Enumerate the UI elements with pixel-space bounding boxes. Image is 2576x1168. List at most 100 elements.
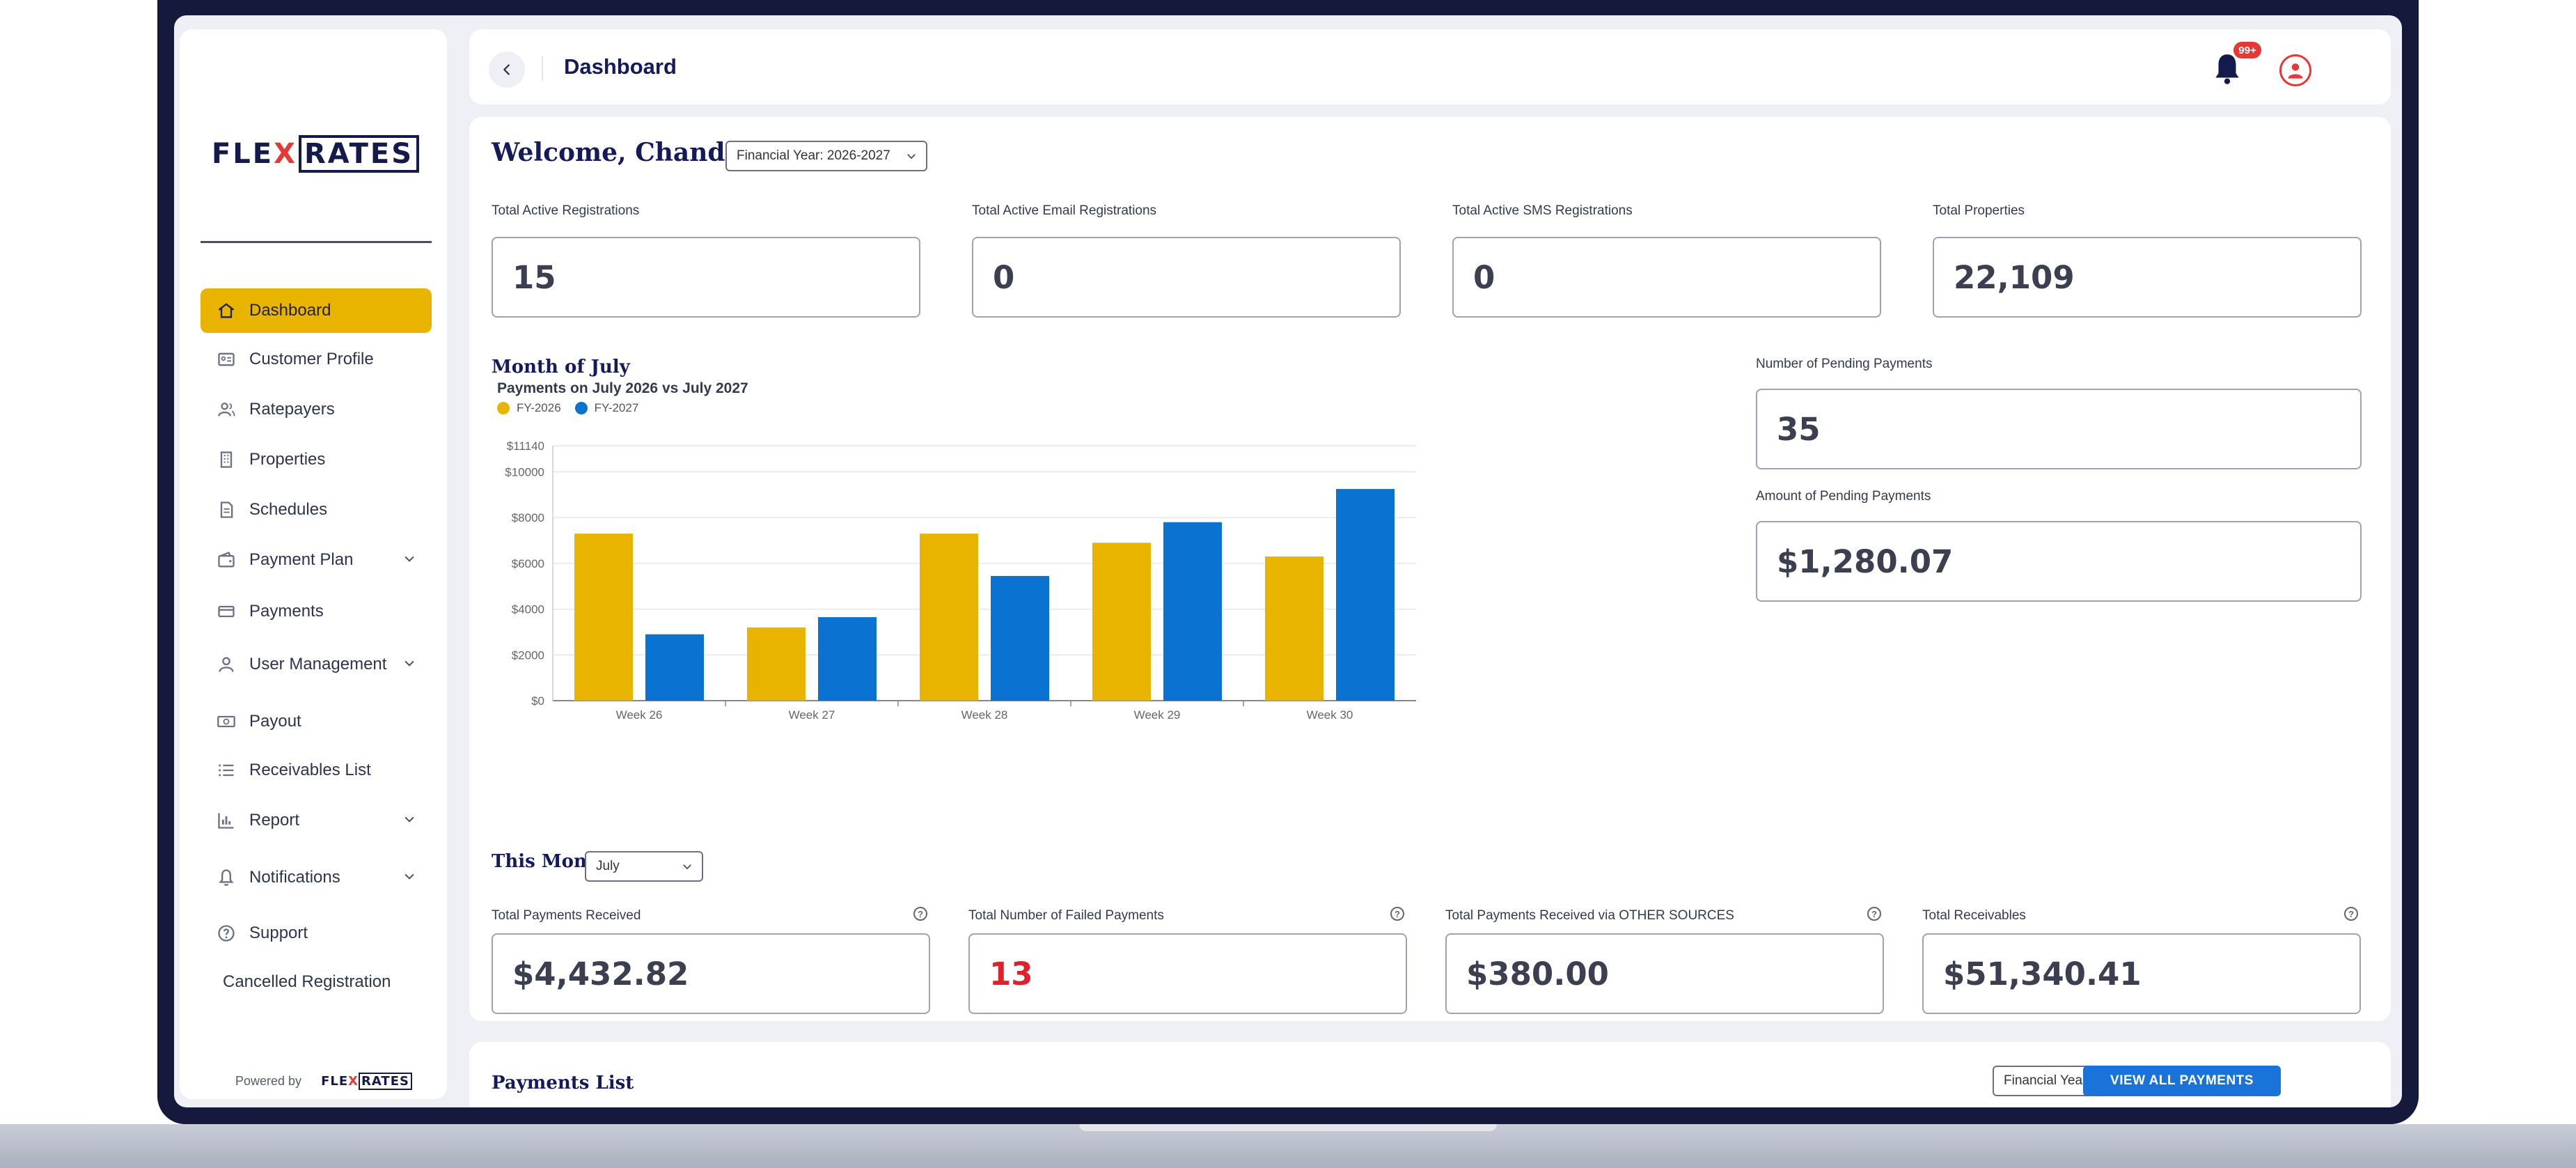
bell-icon xyxy=(216,867,237,888)
header-separator xyxy=(542,56,543,81)
chevron-down-icon xyxy=(405,556,414,562)
user-icon xyxy=(216,654,237,675)
notification-badge: 99+ xyxy=(2233,42,2261,59)
payments-bar-chart: $0 $2000 $4000 $6000 $8000 $10000 $11140 Week 2… xyxy=(505,439,1416,722)
chart-legend: FY-2026 FY-2027 xyxy=(497,401,652,415)
powered-by: Powered by FLEX RATES xyxy=(235,1073,412,1090)
footer-logo: FLEX RATES xyxy=(321,1073,412,1090)
sidebar-item-payout[interactable]: Payout xyxy=(201,699,432,744)
document-icon xyxy=(216,499,237,520)
sidebar-item-label: Payment Plan xyxy=(249,550,354,569)
building-icon xyxy=(216,449,237,470)
app-screen: FLEX RATES Dashboard Customer Profile Ratep… xyxy=(174,15,2402,1107)
chart-heading: Month of July xyxy=(492,357,630,377)
sidebar-item-notifications[interactable]: Notifications xyxy=(201,855,432,900)
sidebar: FLEX RATES Dashboard Customer Profile Ratep… xyxy=(180,29,447,1099)
help-circle-icon[interactable]: ? xyxy=(2344,907,2358,921)
dashboard-card: Welcome, Chandan! Financial Year: 2026-2… xyxy=(469,117,2391,1021)
id-card-icon xyxy=(216,349,237,370)
stat-label-number-of-pending-payments: Number of Pending Payments xyxy=(1756,357,1933,371)
page-title: Dashboard xyxy=(564,54,677,79)
chevron-down-icon xyxy=(405,816,414,823)
sidebar-item-label: Cancelled Registration xyxy=(223,972,391,991)
x-tick-label: Week 26 xyxy=(616,708,663,722)
help-circle-icon[interactable]: ? xyxy=(1867,907,1881,921)
help-circle-icon[interactable]: ? xyxy=(913,907,927,921)
sidebar-item-support[interactable]: Support xyxy=(201,911,432,956)
sidebar-item-label: Notifications xyxy=(249,868,340,887)
sidebar-divider xyxy=(201,241,432,243)
sidebar-item-payment-plan[interactable]: Payment Plan xyxy=(201,538,432,582)
x-tick-label: Week 28 xyxy=(961,708,1008,722)
sidebar-item-receivables-list[interactable]: Receivables List xyxy=(201,748,432,793)
powered-by-label: Powered by xyxy=(235,1074,302,1088)
bar-fy-2027-week-27 xyxy=(818,617,877,701)
stat-value-total-active-email-registrations: 0 xyxy=(972,237,1401,318)
stat-label-total-active-registrations: Total Active Registrations xyxy=(492,203,640,218)
chevron-down-icon xyxy=(907,154,916,159)
bar-chart-icon xyxy=(216,810,237,831)
financial-year-value: Financial Year: 2026-2027 xyxy=(737,148,890,163)
sidebar-item-label: Receivables List xyxy=(249,761,371,779)
legend-label: FY-2026 xyxy=(517,401,561,414)
cash-icon xyxy=(216,711,237,732)
sidebar-item-label: Report xyxy=(249,811,300,830)
bar-fy-2027-week-30 xyxy=(1336,489,1395,701)
bar-fy-2026-week-29 xyxy=(1092,543,1151,701)
sidebar-item-label: Payout xyxy=(249,712,301,731)
list-icon xyxy=(216,760,237,781)
bar-fy-2026-week-30 xyxy=(1265,556,1324,701)
sidebar-item-cancelled-registration[interactable]: Cancelled Registration xyxy=(201,960,432,1004)
stat-value-total-payments-received: $4,432.82 xyxy=(492,933,930,1014)
sidebar-item-label: Payments xyxy=(249,602,324,621)
y-tick-label: $4000 xyxy=(512,603,544,616)
bar-fy-2026-week-27 xyxy=(747,627,806,701)
legend-item[interactable]: FY-2027 xyxy=(574,401,638,415)
month-select[interactable]: July xyxy=(585,851,703,882)
y-tick-label: $11140 xyxy=(507,439,544,453)
sidebar-item-payments[interactable]: Payments xyxy=(201,589,432,634)
stat-value-total-number-of-failed-payments: 13 xyxy=(968,933,1407,1014)
sidebar-item-ratepayers[interactable]: Ratepayers xyxy=(201,387,432,432)
top-header: Dashboard 99+ xyxy=(469,29,2391,104)
sidebar-item-dashboard[interactable]: Dashboard xyxy=(201,288,432,333)
payments-list-card: Payments List Financial Year: 2026-2027 … xyxy=(469,1042,2391,1107)
back-button[interactable] xyxy=(489,52,525,88)
x-tick-label: Week 29 xyxy=(1134,708,1181,722)
sidebar-item-properties[interactable]: Properties xyxy=(201,437,432,482)
stat-value-total-active-sms-registrations: 0 xyxy=(1452,237,1881,318)
view-all-payments-button[interactable]: VIEW ALL PAYMENTS xyxy=(2083,1066,2281,1096)
sidebar-item-user-management[interactable]: User Management xyxy=(201,642,432,687)
y-tick-label: $0 xyxy=(531,694,544,708)
sidebar-item-schedules[interactable]: Schedules xyxy=(201,488,432,532)
stat-value-number-of-pending-payments: 35 xyxy=(1756,389,2362,469)
logo-wordmark: FLEX RATES xyxy=(212,135,420,173)
stat-label-total-payments-received: Total Payments Received xyxy=(492,908,641,923)
x-tick-label: Week 30 xyxy=(1307,708,1353,722)
sidebar-item-report[interactable]: Report xyxy=(201,798,432,843)
y-tick-label: $10000 xyxy=(505,465,544,478)
financial-year-select[interactable]: Financial Year: 2026-2027 xyxy=(725,141,927,171)
y-tick-label: $8000 xyxy=(512,511,544,524)
stat-label-amount-of-pending-payments: Amount of Pending Payments xyxy=(1756,489,1931,504)
legend-swatch xyxy=(574,402,588,414)
month-select-value: July xyxy=(596,859,620,873)
bar-fy-2026-week-26 xyxy=(574,534,633,701)
x-tick-label: Week 27 xyxy=(789,708,835,722)
sidebar-item-label: Customer Profile xyxy=(249,350,374,368)
payment-card-icon xyxy=(216,601,237,622)
bar-fy-2027-week-29 xyxy=(1163,522,1222,701)
stat-label-total-payments-received-via-other-sources: Total Payments Received via OTHER SOURCE… xyxy=(1445,908,1734,923)
user-avatar[interactable] xyxy=(2279,54,2311,86)
sidebar-item-customer-profile[interactable]: Customer Profile xyxy=(201,337,432,382)
legend-item[interactable]: FY-2026 xyxy=(497,401,561,415)
y-tick-label: $6000 xyxy=(512,557,544,570)
sidebar-item-label: User Management xyxy=(249,655,387,673)
brand-logo[interactable]: FLEX RATES xyxy=(212,132,420,176)
stat-value-total-receivables: $51,340.41 xyxy=(1922,933,2361,1014)
stat-label-total-number-of-failed-payments: Total Number of Failed Payments xyxy=(968,908,1164,923)
y-tick-label: $2000 xyxy=(512,648,544,662)
help-circle-icon[interactable]: ? xyxy=(1390,907,1404,921)
sidebar-item-label: Ratepayers xyxy=(249,400,335,419)
bar-fy-2027-week-26 xyxy=(645,634,704,701)
